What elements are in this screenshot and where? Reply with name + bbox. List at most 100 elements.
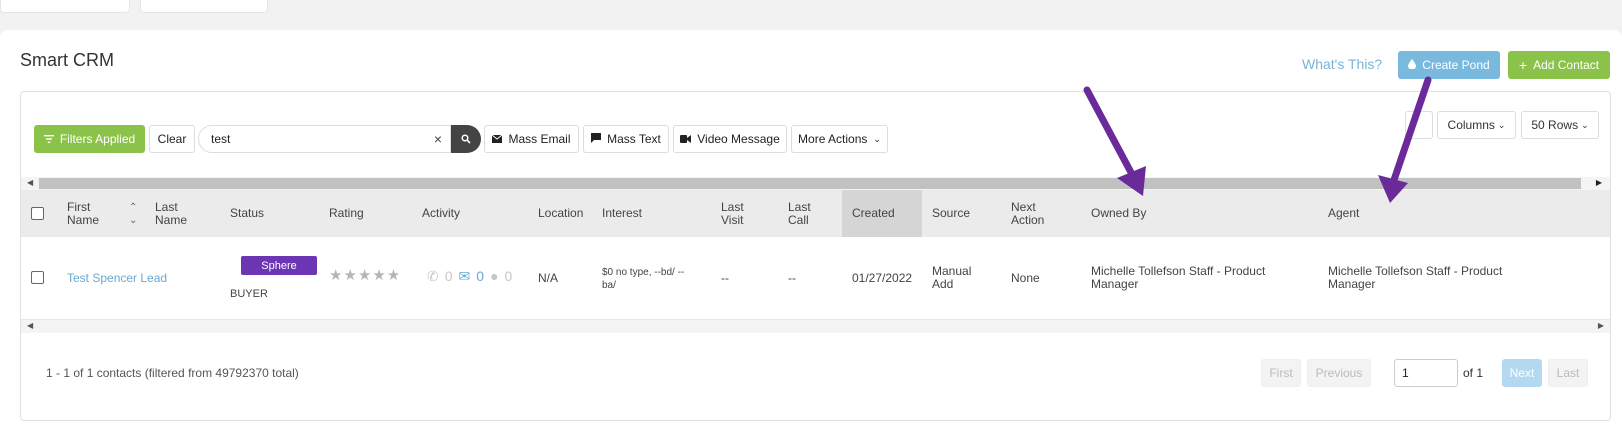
interest-line2: ba/ [602, 280, 616, 291]
header-last-name-line2: Name [155, 212, 188, 227]
columns-dropdown[interactable]: Columns ⌄ [1437, 111, 1516, 139]
interest-line1: $0 no type, --bd/ -- [602, 267, 685, 278]
rows-per-page-dropdown[interactable]: 50 Rows ⌄ [1521, 111, 1599, 139]
horizontal-scrollbar-top[interactable]: ◀ ▶ [21, 177, 1610, 190]
header-rating[interactable]: Rating [329, 190, 364, 237]
search-input[interactable] [211, 132, 411, 146]
header-next-action[interactable]: Next Action [1011, 190, 1044, 237]
header-next-action-line1: Next [1011, 199, 1036, 214]
sort-icon[interactable]: ⌃ ⌄ [129, 190, 137, 237]
email-icon: ✉ [458, 268, 471, 284]
interest-cell: $0 no type, --bd/ -- ba/ [602, 266, 684, 292]
top-tab-2[interactable] [140, 0, 268, 13]
created-cell: 01/27/2022 [852, 271, 913, 285]
filters-applied-button[interactable]: Filters Applied [34, 125, 145, 153]
location-cell: N/A [538, 271, 559, 285]
header-next-action-line2: Action [1011, 212, 1045, 227]
results-summary: 1 - 1 of 1 contacts (filtered from 49792… [46, 366, 299, 380]
phone-count: 0 [444, 268, 453, 284]
horizontal-scrollbar-bottom[interactable]: ◀ ▶ [21, 320, 1610, 333]
header-agent[interactable]: Agent [1328, 190, 1359, 237]
header-last-name[interactable]: Last Name [155, 190, 187, 237]
more-actions-dropdown[interactable]: More Actions ⌄ [791, 125, 888, 153]
table-row[interactable]: Test Spencer Lead Sphere BUYER ★★★★★ ✆ 0 … [21, 237, 1610, 320]
header-last-visit[interactable]: Last Visit [721, 190, 744, 237]
page-number-input[interactable]: 1 [1394, 359, 1458, 387]
header-last-call-line2: Call [788, 212, 809, 227]
header-source[interactable]: Source [932, 190, 970, 237]
scroll-left-icon[interactable]: ◀ [27, 178, 33, 187]
next-page-button[interactable]: Next [1502, 359, 1542, 387]
previous-page-button[interactable]: Previous [1307, 359, 1371, 387]
header-last-call-line1: Last [788, 199, 811, 214]
mass-text-label: Mass Text [607, 132, 661, 146]
droplet-icon [1408, 58, 1417, 72]
select-all-cell [31, 190, 44, 237]
rating-stars[interactable]: ★★★★★ [329, 268, 401, 283]
header-interest[interactable]: Interest [602, 190, 642, 237]
mass-email-label: Mass Email [508, 132, 571, 146]
create-pond-button[interactable]: Create Pond [1398, 51, 1500, 79]
crm-panel: Smart CRM What's This? Create Pond + Add… [0, 30, 1622, 430]
filters-applied-label: Filters Applied [59, 132, 136, 146]
columns-label: Columns [1447, 118, 1495, 132]
more-actions-label: More Actions [798, 132, 868, 146]
message-icon [591, 132, 602, 146]
chevron-down-icon: ⌄ [1497, 119, 1506, 130]
video-message-label: Video Message [697, 132, 780, 146]
top-tab-1[interactable] [0, 0, 130, 13]
next-action-cell: None [1011, 271, 1040, 285]
column-toggle-button[interactable] [1405, 111, 1433, 139]
scroll-right-icon[interactable]: ▶ [1598, 321, 1604, 330]
close-icon[interactable]: × [434, 131, 442, 147]
search-icon [461, 132, 471, 147]
page-total: of 1 [1463, 366, 1484, 380]
header-last-name-line1: Last [155, 199, 178, 214]
source-cell: Manual Add [932, 265, 971, 291]
scroll-right-icon[interactable]: ▶ [1596, 178, 1602, 187]
contact-name-link[interactable]: Test Spencer Lead [67, 272, 167, 285]
clear-button[interactable]: Clear [149, 125, 195, 153]
owned-by-cell: Michelle Tollefson Staff - Product Manag… [1091, 265, 1265, 291]
envelope-icon [492, 132, 503, 146]
source-line2: Add [932, 277, 954, 291]
header-activity[interactable]: Activity [422, 190, 460, 237]
status-subtext: BUYER [230, 288, 268, 300]
whats-this-link[interactable]: What's This? [1302, 56, 1382, 72]
create-pond-label: Create Pond [1422, 58, 1490, 72]
filter-icon [43, 132, 54, 146]
header-first-name-line2: Name [67, 212, 100, 227]
plus-icon: + [1518, 57, 1528, 73]
last-visit-cell: -- [721, 271, 729, 285]
first-page-button[interactable]: First [1261, 359, 1301, 387]
row-checkbox[interactable] [31, 271, 44, 284]
header-owned-by[interactable]: Owned By [1091, 190, 1146, 237]
scrollbar-thumb[interactable] [39, 178, 1581, 189]
video-message-button[interactable]: Video Message [673, 125, 787, 153]
header-created[interactable]: Created [842, 190, 922, 237]
last-page-button[interactable]: Last [1548, 359, 1588, 387]
header-status[interactable]: Status [230, 190, 264, 237]
status-badge: Sphere [241, 256, 317, 275]
header-location[interactable]: Location [538, 190, 583, 237]
phone-icon: ✆ [427, 268, 439, 284]
header-last-call[interactable]: Last Call [788, 190, 811, 237]
chevron-down-icon: ⌄ [873, 133, 881, 144]
search-box: × [198, 125, 451, 153]
agent-line2: Manager [1328, 277, 1376, 291]
header-first-name-line1: First [67, 199, 91, 214]
header-first-name[interactable]: First Name [67, 190, 99, 237]
select-all-checkbox[interactable] [31, 207, 44, 220]
search-button[interactable] [451, 125, 481, 153]
mass-text-button[interactable]: Mass Text [583, 125, 669, 153]
chat-count: 0 [504, 268, 513, 284]
chevron-down-icon: ⌄ [1581, 119, 1589, 130]
add-contact-button[interactable]: + Add Contact [1508, 51, 1610, 79]
header-last-visit-line1: Last [721, 199, 744, 214]
scroll-left-icon[interactable]: ◀ [27, 321, 33, 330]
mass-email-button[interactable]: Mass Email [484, 125, 579, 153]
table-header: First Name ⌃ ⌄ Last Name Status Rating Acti… [21, 190, 1610, 237]
video-icon [680, 132, 692, 146]
owned-by-line2: Manager [1091, 277, 1139, 291]
activity-counts: ✆ 0 ✉ 0 ● 0 [427, 268, 513, 284]
